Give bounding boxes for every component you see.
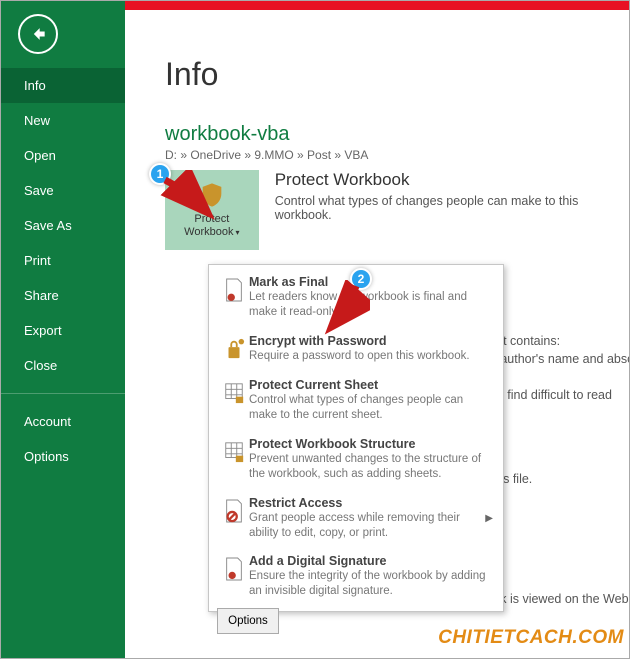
- section-heading: Protect Workbook: [275, 170, 630, 190]
- menu-item-title: Add a Digital Signature: [249, 554, 493, 568]
- restrict-icon: [219, 496, 249, 524]
- nav-info[interactable]: Info: [0, 68, 125, 103]
- tile-label-1: Protect: [194, 213, 229, 225]
- signature-icon: [219, 554, 249, 582]
- nav-export[interactable]: Export: [0, 313, 125, 348]
- menu-protect-sheet[interactable]: Protect Current SheetControl what types …: [209, 372, 503, 431]
- nav-save[interactable]: Save: [0, 173, 125, 208]
- callout-1: 1: [149, 163, 171, 185]
- section-description: Control what types of changes people can…: [275, 194, 630, 222]
- menu-digital-signature[interactable]: Add a Digital SignatureEnsure the integr…: [209, 548, 503, 607]
- tile-label-2: Workbook: [184, 226, 233, 238]
- protect-workbook-menu: Mark as FinalLet readers know the workbo…: [208, 264, 504, 612]
- nav-close[interactable]: Close: [0, 348, 125, 383]
- nav-account[interactable]: Account: [0, 404, 125, 439]
- menu-item-desc: Require a password to open this workbook…: [249, 349, 493, 364]
- menu-item-desc: Ensure the integrity of the workbook by …: [249, 569, 493, 599]
- dropdown-caret-icon: ▾: [236, 228, 240, 237]
- nav-save-as[interactable]: Save As: [0, 208, 125, 243]
- nav-options[interactable]: Options: [0, 439, 125, 474]
- page-title: Info: [165, 56, 630, 93]
- menu-item-desc: Let readers know the workbook is final a…: [249, 290, 493, 320]
- menu-item-desc: Prevent unwanted changes to the structur…: [249, 452, 493, 482]
- menu-item-desc: Control what types of changes people can…: [249, 393, 493, 423]
- nav-share[interactable]: Share: [0, 278, 125, 313]
- mark-final-icon: [219, 275, 249, 303]
- nav-separator: [0, 393, 125, 394]
- nav-new[interactable]: New: [0, 103, 125, 138]
- menu-item-title: Restrict Access: [249, 496, 479, 510]
- menu-encrypt-password[interactable]: Encrypt with PasswordRequire a password …: [209, 328, 503, 372]
- workbook-lock-icon: [219, 437, 249, 465]
- file-path: D: » OneDrive » 9.MMO » Post » VBA: [165, 148, 630, 162]
- back-arrow-icon: [28, 24, 48, 44]
- watermark: CHITIETCACH.COM: [438, 627, 624, 649]
- browser-view-options-button[interactable]: Options: [217, 608, 279, 634]
- nav-print[interactable]: Print: [0, 243, 125, 278]
- menu-item-desc: Grant people access while removing their…: [249, 511, 479, 541]
- menu-item-title: Protect Workbook Structure: [249, 437, 493, 451]
- submenu-arrow-icon: ▶: [479, 513, 493, 524]
- menu-restrict-access[interactable]: Restrict AccessGrant people access while…: [209, 490, 503, 549]
- menu-item-title: Protect Current Sheet: [249, 378, 493, 392]
- callout-2: 2: [350, 268, 372, 290]
- nav-open[interactable]: Open: [0, 138, 125, 173]
- window-accent-bar: [125, 0, 630, 10]
- back-button[interactable]: [18, 14, 58, 54]
- lock-key-icon: [219, 334, 249, 362]
- file-name: workbook-vba: [165, 123, 630, 146]
- menu-item-title: Encrypt with Password: [249, 334, 493, 348]
- protect-workbook-button[interactable]: ProtectWorkbook▾: [165, 170, 259, 250]
- shield-lock-icon: [198, 181, 226, 209]
- sheet-lock-icon: [219, 378, 249, 406]
- menu-protect-structure[interactable]: Protect Workbook StructurePrevent unwant…: [209, 431, 503, 490]
- backstage-sidebar: Info New Open Save Save As Print Share E…: [0, 0, 125, 659]
